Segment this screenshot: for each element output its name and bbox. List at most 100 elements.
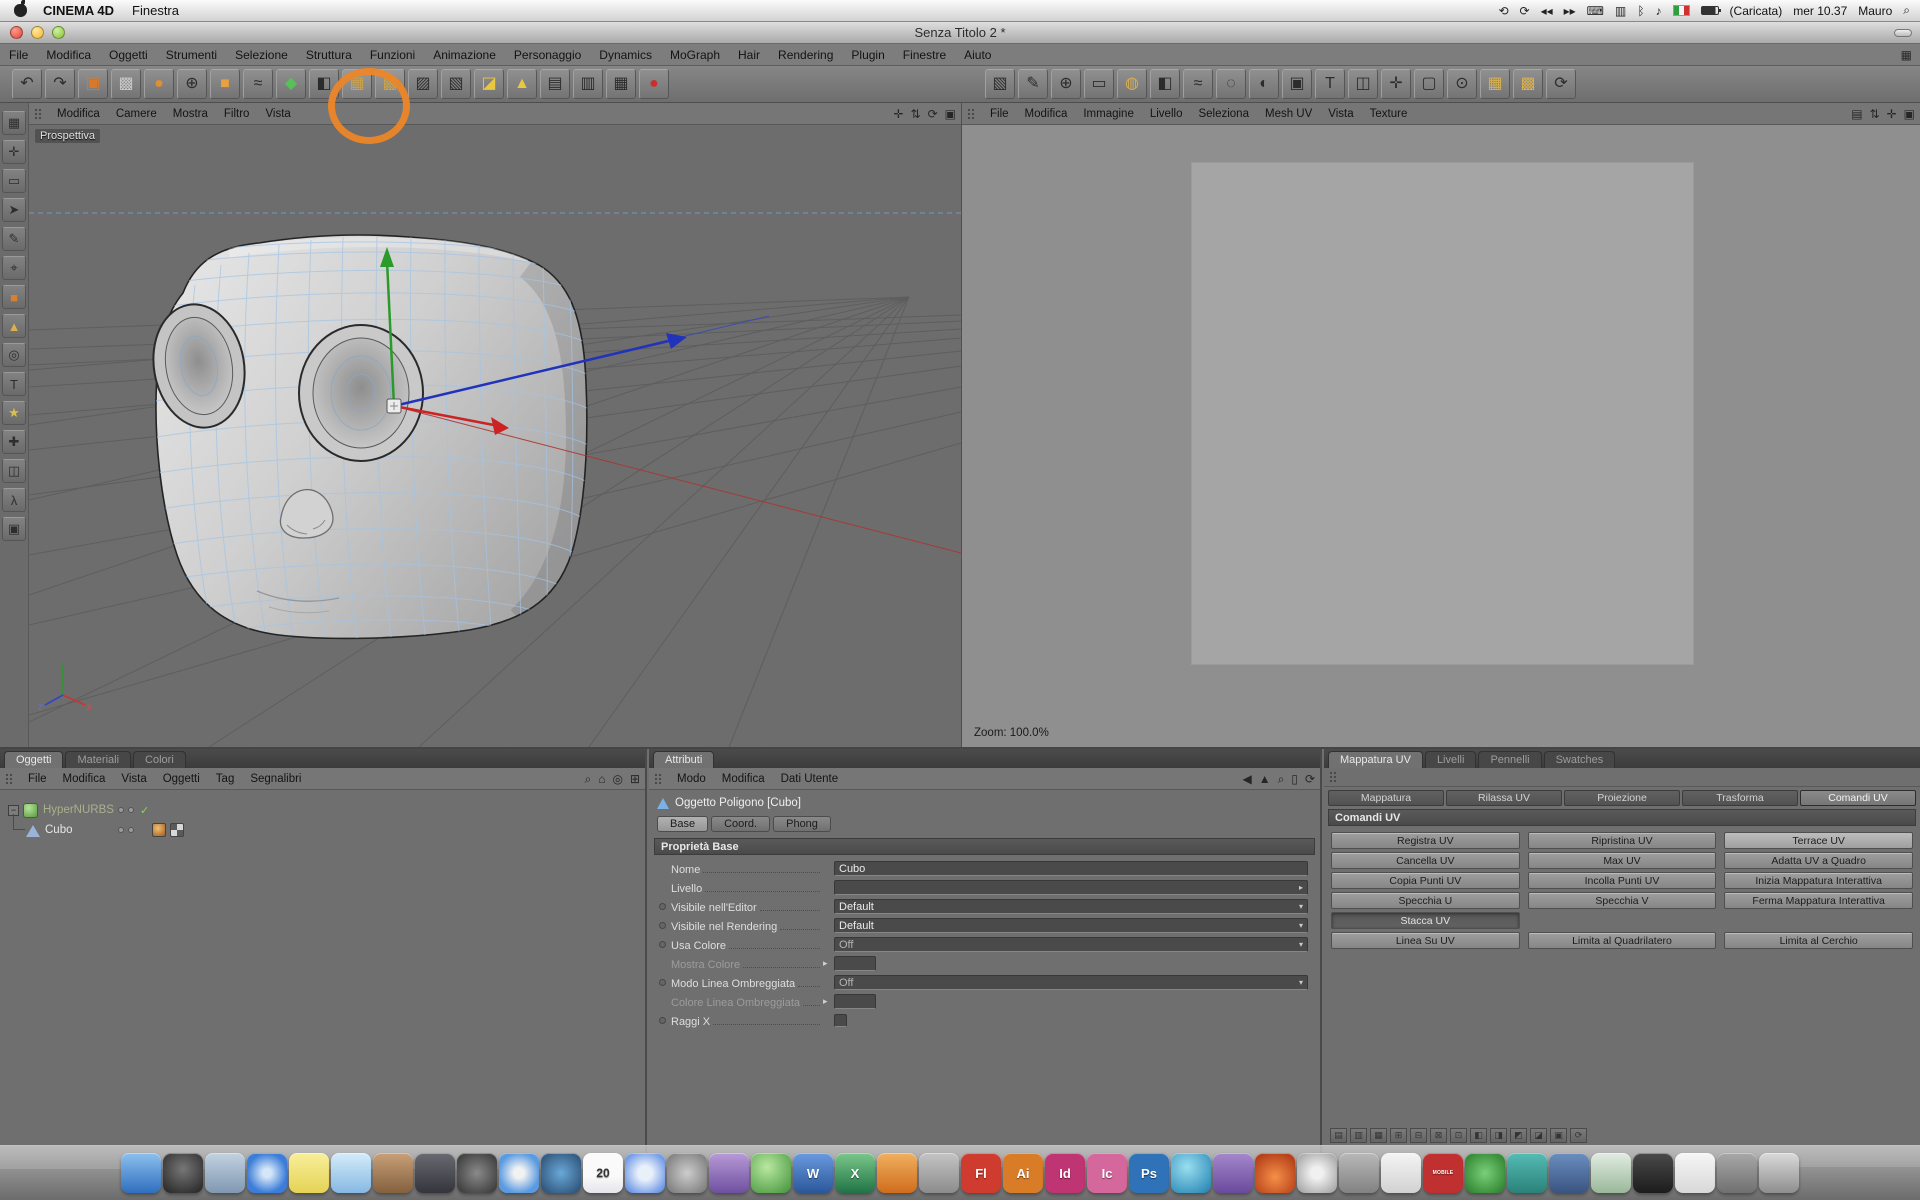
- magnify-tool-icon[interactable]: ◎: [2, 343, 26, 367]
- gradient-icon[interactable]: ◧: [1150, 69, 1180, 99]
- tree-item-label[interactable]: HyperNURBS: [43, 804, 114, 816]
- uv-mesh-toggle-icon[interactable]: ▦: [1480, 69, 1510, 99]
- window-titlebar[interactable]: Senza Titolo 2 *: [0, 22, 1920, 44]
- attribute-field[interactable]: Default ▾ ▸: [834, 918, 1308, 933]
- editor-visibility-dot[interactable]: [118, 827, 124, 833]
- sync-icon[interactable]: ⟳: [1305, 772, 1315, 786]
- anim-dot-icon[interactable]: [659, 941, 671, 948]
- show-uv-mesh-icon[interactable]: ▤: [1330, 1128, 1347, 1143]
- pin-border-icon[interactable]: ⊞: [1390, 1128, 1407, 1143]
- pin-polygons-icon[interactable]: ⊠: [1430, 1128, 1447, 1143]
- checker-toggle-icon[interactable]: ▩: [1513, 69, 1543, 99]
- pin-neighbors-icon[interactable]: ⊡: [1450, 1128, 1467, 1143]
- objects-menu-item[interactable]: Segnalibri: [242, 773, 309, 785]
- eraser-icon[interactable]: ▭: [1084, 69, 1114, 99]
- status-icon[interactable]: ᛒ: [1637, 4, 1644, 18]
- projection-paint-icon[interactable]: ▧: [985, 69, 1015, 99]
- dock-icon-mail[interactable]: [205, 1153, 245, 1193]
- attribute-tab[interactable]: Coord.: [711, 816, 770, 832]
- brush-tool-icon[interactable]: ✎: [2, 227, 26, 251]
- dock-icon-fontbook[interactable]: [709, 1153, 749, 1193]
- grid-small-icon[interactable]: ▤: [540, 69, 570, 99]
- target-icon[interactable]: ◎: [612, 772, 622, 786]
- expand-arrow-icon[interactable]: ▸: [823, 958, 834, 969]
- smear-icon[interactable]: ≈: [1183, 69, 1213, 99]
- drag-grip-icon[interactable]: [33, 107, 42, 121]
- uv-command-button[interactable]: Copia Punti UV: [1331, 872, 1520, 889]
- uv-panel-tab[interactable]: Livelli: [1425, 751, 1477, 768]
- uv-command-button[interactable]: Adatta UV a Quadro: [1724, 852, 1913, 869]
- texture-menu-item[interactable]: Modifica: [1017, 108, 1076, 120]
- viewport-canvas[interactable]: Prospettiva x z: [29, 125, 961, 747]
- minimize-window-icon[interactable]: [31, 26, 44, 39]
- objects-menu-item[interactable]: Vista: [113, 773, 154, 785]
- app-menu-item[interactable]: Rendering: [769, 48, 842, 62]
- status-icon[interactable]: ♪: [1656, 4, 1662, 18]
- uv-subtab[interactable]: Mappatura: [1328, 790, 1444, 806]
- uv-command-button[interactable]: Inizia Mappatura Interattiva: [1724, 872, 1913, 889]
- enabled-check-icon[interactable]: ✓: [140, 804, 149, 817]
- redo-icon[interactable]: ↷: [45, 69, 75, 99]
- dock-icon-ichat[interactable]: [331, 1153, 371, 1193]
- uv-command-button[interactable]: Cancella UV: [1331, 852, 1520, 869]
- uv-subtab[interactable]: Rilassa UV: [1446, 790, 1562, 806]
- uv-command-button[interactable]: Stacca UV: [1331, 912, 1520, 929]
- objects-panel-tab[interactable]: Materiali: [65, 751, 131, 768]
- dock-icon-shredder[interactable]: [1717, 1153, 1757, 1193]
- objects-menu-item[interactable]: Tag: [208, 773, 243, 785]
- app-menu-item[interactable]: Aiuto: [955, 48, 1000, 62]
- snap-icon[interactable]: ◩: [1510, 1128, 1527, 1143]
- dock-icon-timemachine[interactable]: [541, 1153, 581, 1193]
- maximize-view-icon[interactable]: ▣: [945, 107, 956, 121]
- attribute-field[interactable]: ▾ ▸: [834, 994, 876, 1009]
- grid-snap-icon[interactable]: ◪: [1530, 1128, 1547, 1143]
- render-visibility-dot[interactable]: [128, 827, 134, 833]
- attribute-field[interactable]: ▾ ▸: [834, 956, 876, 971]
- apple-menu-icon[interactable]: [14, 4, 27, 17]
- uv-command-button[interactable]: Specchia U: [1331, 892, 1520, 909]
- mirror-v-icon[interactable]: ◨: [1490, 1128, 1507, 1143]
- zoom-view-icon[interactable]: ⇅: [911, 107, 921, 121]
- editor-visibility-dot[interactable]: [118, 807, 124, 813]
- objects-menu-item[interactable]: Oggetti: [155, 773, 208, 785]
- dock-icon-dvdplayer[interactable]: [457, 1153, 497, 1193]
- uv-command-button[interactable]: Registra UV: [1331, 832, 1520, 849]
- new-material-icon[interactable]: ●: [144, 69, 174, 99]
- attribute-field[interactable]: ▾ ▸: [834, 880, 1308, 895]
- menu-grid-icon[interactable]: ▦: [1901, 48, 1912, 62]
- refresh-icon[interactable]: ⟳: [1546, 69, 1576, 99]
- app-menu-item[interactable]: Personaggio: [505, 48, 590, 62]
- star-tool-icon[interactable]: ★: [2, 401, 26, 425]
- attributes-menu-item[interactable]: Modifica: [714, 773, 773, 785]
- grid-medium-icon[interactable]: ▥: [573, 69, 603, 99]
- dock-icon-entourage[interactable]: [877, 1153, 917, 1193]
- italian-flag-icon[interactable]: [1673, 5, 1690, 16]
- dock-icon-system-preferences[interactable]: [667, 1153, 707, 1193]
- objects-panel-tab[interactable]: Oggetti: [4, 751, 63, 768]
- app-menu-item[interactable]: Funzioni: [361, 48, 424, 62]
- dock-icon-toast[interactable]: [1255, 1153, 1295, 1193]
- status-icon[interactable]: ⟳: [1520, 4, 1530, 18]
- pin-tool-icon[interactable]: ✚: [2, 430, 26, 454]
- dock-icon-addressbook[interactable]: [373, 1153, 413, 1193]
- maximize-view-icon[interactable]: ▣: [1904, 107, 1915, 121]
- app-menu-item[interactable]: Animazione: [424, 48, 505, 62]
- uv-command-button[interactable]: Ripristina UV: [1528, 832, 1717, 849]
- macos-menu-finestra[interactable]: Finestra: [132, 3, 179, 18]
- dodge-icon[interactable]: ◐: [1249, 69, 1279, 99]
- mirror-tool-icon[interactable]: ◫: [2, 459, 26, 483]
- dock-icon-textedit[interactable]: [1675, 1153, 1715, 1193]
- search-icon[interactable]: ⌕: [584, 772, 591, 787]
- rotate-view-icon[interactable]: ⟳: [928, 107, 938, 121]
- uv-command-button[interactable]: Specchia V: [1528, 892, 1717, 909]
- lambda-tool-icon[interactable]: λ: [2, 488, 26, 512]
- attribute-field[interactable]: Off ▾ ▸: [834, 937, 1308, 952]
- texture-axis-icon[interactable]: ▧: [441, 69, 471, 99]
- texture-menu-item[interactable]: Texture: [1362, 108, 1416, 120]
- uv-subtab[interactable]: Comandi UV: [1800, 790, 1916, 806]
- anim-dot-icon[interactable]: [659, 903, 671, 910]
- app-menu-item[interactable]: Plugin: [842, 48, 893, 62]
- app-menu-item[interactable]: Finestre: [894, 48, 955, 62]
- dock-icon-green-app[interactable]: [1465, 1153, 1505, 1193]
- status-icon[interactable]: ▸▸: [1564, 4, 1576, 18]
